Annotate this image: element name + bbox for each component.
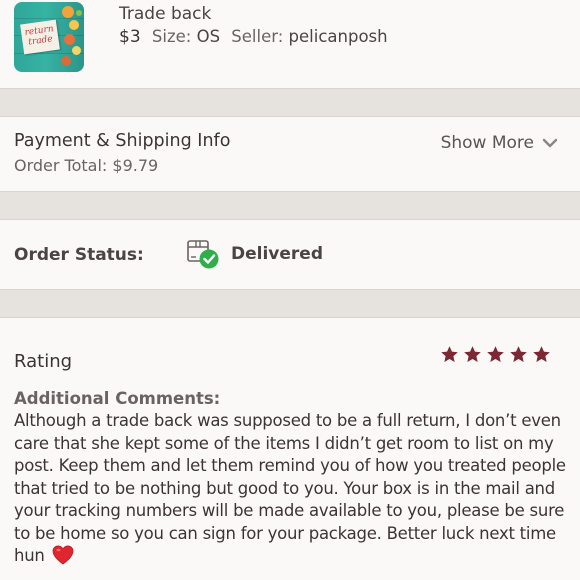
- order-status-section: Order Status: Delivered: [0, 220, 580, 289]
- item-meta: $3 Size: OS Seller: pelicanposh: [119, 27, 388, 47]
- star-icon: [464, 346, 481, 363]
- star-icon: [487, 346, 504, 363]
- item-title[interactable]: Trade back: [119, 4, 211, 24]
- star-icon: [510, 346, 527, 363]
- item-price: $3: [119, 27, 141, 47]
- additional-comments-text: Although a trade back was supposed to be…: [14, 410, 574, 568]
- listing-thumbnail[interactable]: return trade: [14, 2, 84, 72]
- order-status-label: Order Status:: [14, 245, 144, 265]
- order-item[interactable]: return trade Trade back $3 Size: OS Sell…: [0, 0, 580, 88]
- thumbnail-card: return trade: [20, 19, 60, 55]
- rating-label: Rating: [14, 351, 73, 372]
- comments-body: Although a trade back was supposed to be…: [14, 411, 566, 565]
- order-status-value: Delivered: [231, 244, 323, 264]
- payment-shipping-section: Payment & Shipping Info Order Total: $9.…: [0, 117, 580, 191]
- section-divider: [0, 191, 580, 220]
- chevron-down-icon: [542, 138, 558, 148]
- star-icon: [533, 346, 550, 363]
- star-rating: [440, 345, 551, 364]
- size-value: OS: [196, 27, 221, 46]
- show-more-button[interactable]: Show More: [441, 133, 558, 153]
- seller-label: Seller:: [231, 27, 284, 46]
- payment-title: Payment & Shipping Info: [14, 131, 231, 151]
- section-divider: [0, 289, 580, 318]
- seller-name[interactable]: pelicanposh: [289, 27, 388, 46]
- rating-section: Rating Additional Comments: Although a t…: [0, 318, 580, 580]
- delivered-box-check-icon: [187, 240, 219, 269]
- additional-comments-label: Additional Comments:: [14, 389, 221, 408]
- order-total: Order Total: $9.79: [14, 156, 159, 175]
- show-more-label: Show More: [440, 133, 534, 153]
- size-label: Size:: [151, 27, 192, 46]
- section-divider: [0, 88, 580, 117]
- star-icon: [441, 346, 458, 363]
- heart-icon: [52, 545, 73, 565]
